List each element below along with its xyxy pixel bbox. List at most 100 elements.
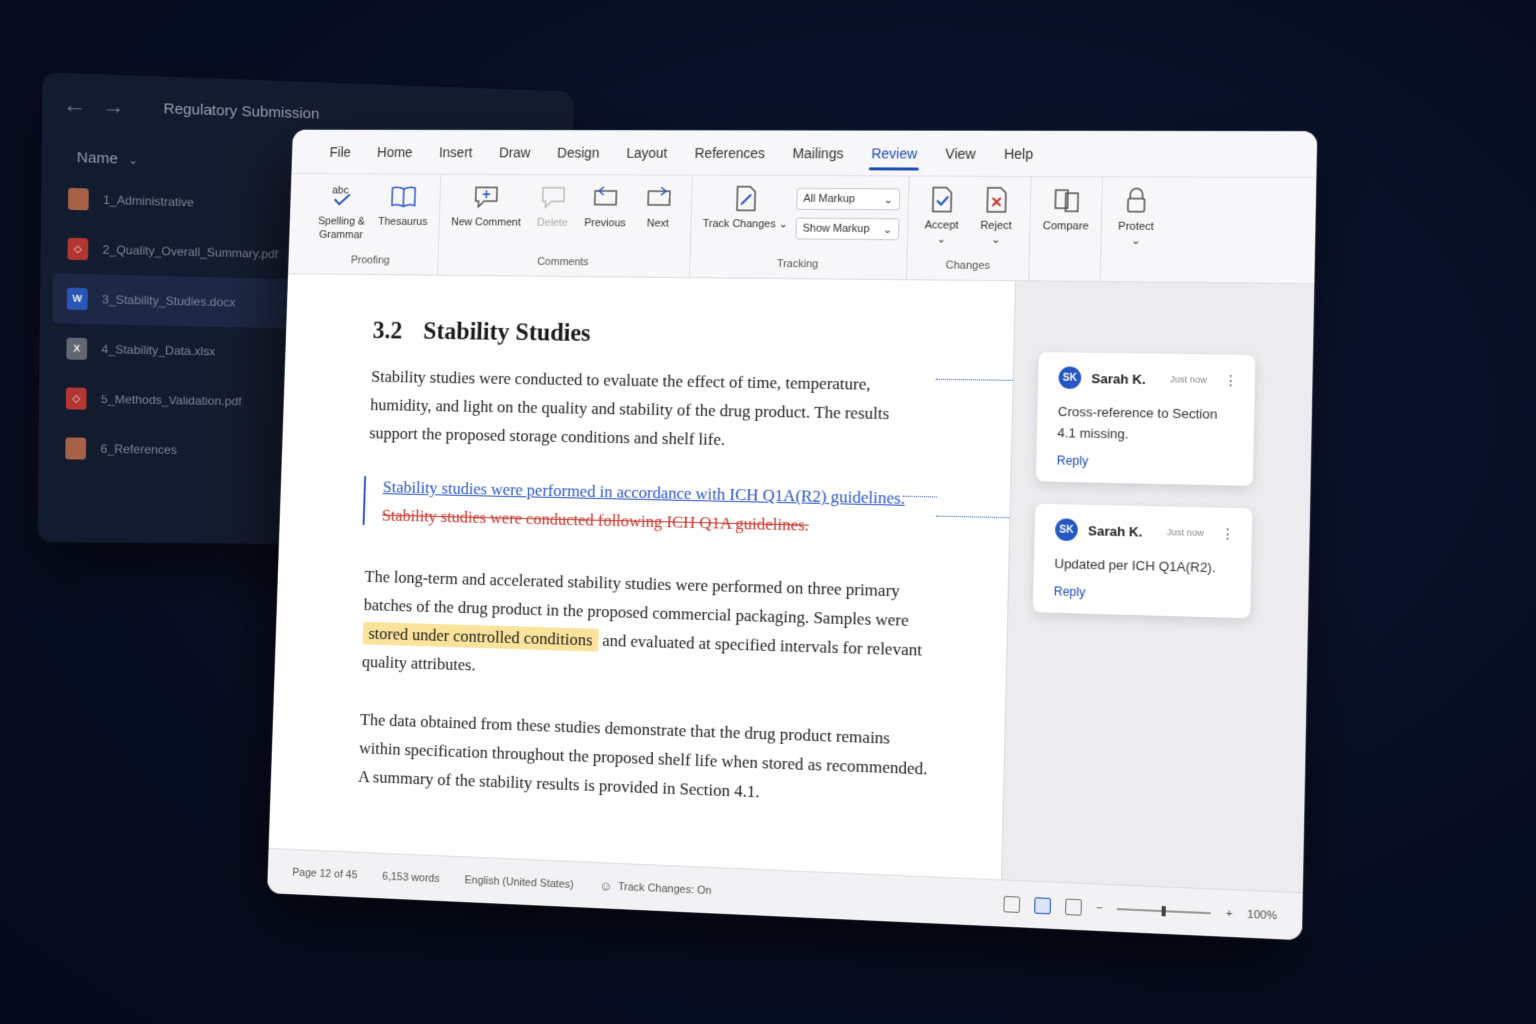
track-changes-icon — [731, 184, 761, 214]
word-file-icon: W — [66, 287, 88, 311]
compare-group-label — [1037, 260, 1092, 281]
previous-comment-button[interactable]: Previous — [580, 183, 631, 231]
delete-label: Delete — [536, 216, 568, 229]
print-layout-icon[interactable] — [1034, 896, 1051, 914]
explorer-title: Regulatory Submission — [163, 99, 320, 123]
back-arrow-icon[interactable]: ← — [63, 92, 86, 119]
accept-label: Accept ⌄ — [924, 218, 959, 247]
accept-button[interactable]: Accept ⌄ — [916, 184, 968, 247]
comments-group: New Comment Delete Previous Next Comment… — [438, 174, 693, 278]
comment-text: Cross-reference to Section 4.1 missing. — [1057, 403, 1218, 442]
accept-text: Accept — [924, 219, 959, 232]
avatar: SK — [1054, 518, 1078, 542]
new-comment-button[interactable]: New Comment — [447, 182, 526, 229]
comment-text: Updated per ICH Q1A(R2). — [1054, 555, 1216, 576]
menu-bar: File Home Insert Draw Design Layout Refe… — [291, 129, 1318, 179]
pdf-file-icon: ◇ — [65, 387, 87, 410]
paragraph-intro[interactable]: Stability studies were conducted to eval… — [369, 362, 938, 458]
reply-button[interactable]: Reply — [1057, 453, 1237, 471]
next-label: Next — [646, 217, 670, 230]
page-count[interactable]: Page 12 of 45 — [292, 866, 357, 881]
compare-button[interactable]: Compare — [1038, 185, 1093, 234]
previous-label: Previous — [584, 217, 626, 230]
reject-button[interactable]: Reject ⌄ — [970, 185, 1022, 248]
file-name: 4_Stability_Data.xlsx — [101, 342, 216, 359]
zoom-in-icon[interactable]: + — [1226, 907, 1233, 920]
chevron-down-icon: ⌄ — [778, 218, 789, 231]
content-area: 3.2 Stability Studies Stability studies … — [268, 274, 1315, 893]
comment-header: SK Sarah K. Just now ⋮ — [1058, 366, 1238, 391]
paragraph-conclusion[interactable]: The data obtained from these studies dem… — [358, 705, 930, 813]
svg-text:abc: abc — [332, 185, 350, 197]
track-changes-label: Track Changes ⌄ — [703, 217, 788, 232]
changes-group-label: Changes — [945, 259, 991, 272]
menu-review[interactable]: Review — [857, 130, 932, 176]
reply-button[interactable]: Reply — [1054, 584, 1234, 603]
thesaurus-button[interactable]: Thesaurus — [374, 182, 432, 229]
section-heading: 3.2 Stability Studies — [372, 318, 1014, 354]
chevron-down-icon: ⌄ — [128, 154, 138, 168]
more-options-icon[interactable]: ⋮ — [1220, 525, 1235, 543]
chevron-down-icon: ⌄ — [936, 233, 946, 246]
pdf-file-icon: ◇ — [67, 237, 89, 261]
chevron-down-icon: ⌄ — [882, 223, 893, 236]
zoom-level[interactable]: 100% — [1247, 908, 1277, 922]
menu-draw[interactable]: Draw — [485, 130, 544, 175]
reject-label: Reject ⌄ — [980, 219, 1012, 248]
menu-view[interactable]: View — [931, 130, 991, 176]
word-window: File Home Insert Draw Design Layout Refe… — [267, 129, 1318, 941]
paragraph-batches[interactable]: The long-term and accelerated stability … — [361, 562, 932, 694]
accept-icon — [927, 185, 958, 215]
highlighted-text[interactable]: stored under controlled conditions — [362, 621, 599, 652]
compare-group: Compare — [1029, 176, 1104, 282]
menu-design[interactable]: Design — [543, 130, 613, 175]
track-changes-status[interactable]: ☺ Track Changes: On — [599, 878, 712, 898]
delete-comment-button[interactable]: Delete — [528, 183, 578, 230]
menu-references[interactable]: References — [680, 130, 779, 176]
track-changes-button[interactable]: Track Changes ⌄ — [699, 184, 793, 232]
next-comment-button[interactable]: Next — [633, 183, 683, 231]
proofing-group-label: Proofing — [350, 254, 390, 267]
file-name: 6_References — [100, 441, 177, 457]
markup-select[interactable]: All Markup ⌄ — [796, 187, 901, 211]
show-markup-label: Show Markup — [802, 222, 870, 236]
changes-group: Accept ⌄ Reject ⌄ Changes — [907, 176, 1032, 281]
zoom-slider-thumb[interactable] — [1161, 905, 1167, 916]
avatar: SK — [1058, 366, 1082, 390]
comment-card[interactable]: SK Sarah K. Just now ⋮ Updated per ICH Q… — [1032, 503, 1253, 619]
word-count[interactable]: 6,153 words — [382, 870, 440, 884]
zoom-out-icon[interactable]: − — [1096, 901, 1103, 914]
forward-arrow-icon[interactable]: → — [102, 93, 125, 120]
more-options-icon[interactable]: ⋮ — [1223, 371, 1238, 389]
track-changes-status-text: Track Changes: On — [617, 880, 712, 897]
menu-insert[interactable]: Insert — [425, 130, 486, 174]
new-comment-icon — [472, 183, 502, 212]
previous-comment-icon — [591, 183, 621, 213]
language-indicator[interactable]: English (United States) — [464, 874, 573, 891]
menu-file[interactable]: File — [316, 130, 365, 174]
comment-author: Sarah K. — [1087, 522, 1143, 540]
comment-card[interactable]: SK Sarah K. Just now ⋮ Cross-reference t… — [1035, 352, 1256, 486]
compare-icon — [1051, 185, 1082, 215]
folder-icon — [65, 437, 87, 460]
track-changes-text: Track Changes — [702, 218, 776, 231]
tracked-change-block[interactable]: Stability studies were performed in acco… — [366, 472, 1010, 544]
menu-home[interactable]: Home — [363, 130, 426, 174]
menu-mailings[interactable]: Mailings — [778, 130, 858, 176]
tracking-group: Track Changes ⌄ All Markup ⌄ Show Markup… — [689, 175, 910, 280]
comments-pane: SK Sarah K. Just now ⋮ Cross-reference t… — [1001, 281, 1315, 893]
read-mode-icon[interactable] — [1003, 895, 1021, 913]
spelling-check-icon: abc — [328, 182, 357, 211]
protect-button[interactable]: Protect ⌄ — [1110, 185, 1163, 249]
menu-help[interactable]: Help — [989, 130, 1048, 176]
document-page[interactable]: 3.2 Stability Studies Stability studies … — [268, 274, 1036, 880]
comment-header: SK Sarah K. Just now ⋮ — [1054, 518, 1235, 545]
comment-author: Sarah K. — [1091, 370, 1146, 387]
menu-layout[interactable]: Layout — [612, 130, 681, 175]
web-layout-icon[interactable] — [1065, 898, 1082, 916]
proofing-group: abc Spelling & Grammar Thesaurus Proofin… — [303, 174, 442, 275]
spelling-grammar-button[interactable]: abc Spelling & Grammar — [312, 182, 372, 243]
zoom-slider[interactable] — [1117, 905, 1212, 916]
show-markup-dropdown[interactable]: Show Markup ⌄ — [795, 217, 900, 241]
chevron-down-icon: ⌄ — [883, 193, 894, 206]
